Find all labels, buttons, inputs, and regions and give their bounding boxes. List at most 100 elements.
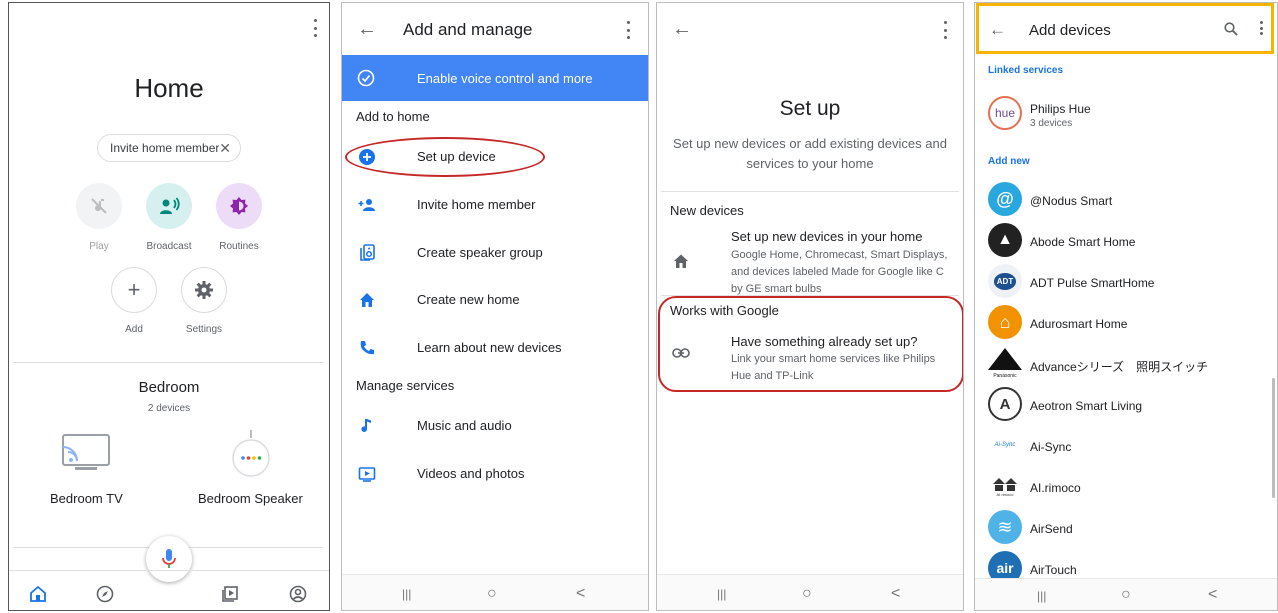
add-button[interactable]: + xyxy=(111,267,157,313)
aeotron-logo: A xyxy=(988,387,1022,421)
invite-home-member-chip[interactable]: Invite home member ✕ xyxy=(97,134,241,162)
philips-hue-item[interactable]: hue Philips Hue 3 devices xyxy=(975,93,1275,133)
service-item-aeotron[interactable]: A Aeotron Smart Living xyxy=(975,384,1275,424)
gear-icon xyxy=(195,281,213,299)
settings-label: Settings xyxy=(185,324,223,335)
abode-logo: ▲ xyxy=(988,223,1022,257)
service-item-ai-rimoco[interactable]: AI.rimoco AI.rimoco xyxy=(975,466,1275,506)
section-header-linked-services: Linked services xyxy=(988,65,1064,76)
explore-icon[interactable] xyxy=(96,585,114,603)
service-item-adt-pulse[interactable]: ADT ADT Pulse SmartHome xyxy=(975,261,1275,301)
overflow-menu-icon[interactable] xyxy=(622,21,634,39)
broadcast-button[interactable] xyxy=(146,183,192,229)
mic-icon xyxy=(162,549,176,568)
invite-home-member-item[interactable]: Invite home member xyxy=(417,197,536,212)
account-icon[interactable] xyxy=(289,585,307,603)
routines-button[interactable] xyxy=(216,183,262,229)
home-circle-icon[interactable]: ○ xyxy=(1121,586,1131,604)
tv-icon xyxy=(62,434,110,470)
service-item-panasonic-advance[interactable]: Panasonic Advanceシリーズ 照明スイッチ xyxy=(975,343,1275,383)
broadcast-icon xyxy=(160,197,180,214)
bedroom-speaker-label: Bedroom Speaker xyxy=(198,491,303,506)
banner-text: Enable voice control and more xyxy=(417,71,593,86)
service-item-airtouch[interactable]: air AirTouch xyxy=(975,548,1275,585)
back-arrow-icon[interactable]: ← xyxy=(672,19,692,39)
enable-voice-control-banner[interactable]: Enable voice control and more xyxy=(342,55,648,101)
room-subtitle: 2 devices xyxy=(147,403,191,414)
nodus-smart-logo: @ xyxy=(988,182,1022,216)
logo-text: A xyxy=(999,395,1011,413)
overflow-menu-icon[interactable] xyxy=(939,21,951,39)
service-item-ai-sync[interactable]: Ai-Sync Ai-Sync xyxy=(975,425,1275,465)
adurosmart-logo: ⌂ xyxy=(988,305,1022,339)
section-header-add-to-home: Add to home xyxy=(356,109,430,124)
overflow-menu-icon[interactable] xyxy=(309,19,321,37)
service-name: AirTouch xyxy=(1030,563,1077,577)
scrollbar[interactable] xyxy=(1272,378,1275,498)
learn-about-new-devices-item[interactable]: Learn about new devices xyxy=(417,340,562,355)
room-title: Bedroom xyxy=(138,379,200,396)
bedroom-tv-label: Bedroom TV xyxy=(50,491,123,506)
logo-text: AI.rimoco xyxy=(996,491,1014,497)
create-speaker-group-item[interactable]: Create speaker group xyxy=(417,245,543,260)
music-note-icon xyxy=(361,419,371,432)
bottom-navigation xyxy=(9,570,329,610)
system-navigation-bar: ||| ○ < xyxy=(975,578,1277,610)
routines-label: Routines xyxy=(219,241,259,252)
recent-apps-icon[interactable]: ||| xyxy=(717,587,726,601)
logo-text: Ai-Sync xyxy=(994,442,1016,448)
house-icon xyxy=(674,254,688,268)
bedroom-speaker-device[interactable] xyxy=(231,430,271,483)
logo-text: ≋ xyxy=(997,516,1013,537)
service-item-abode[interactable]: ▲ Abode Smart Home xyxy=(975,220,1275,260)
service-name: Ai-Sync xyxy=(1030,440,1072,454)
recent-apps-icon[interactable]: ||| xyxy=(402,587,411,601)
person-add-icon xyxy=(358,199,375,211)
airsend-logo: ≋ xyxy=(988,510,1022,544)
logo-text: ▲ xyxy=(997,231,1013,248)
videos-and-photos-item[interactable]: Videos and photos xyxy=(417,466,524,481)
service-item-adurosmart[interactable]: ⌂ Adurosmart Home xyxy=(975,302,1275,342)
play-label: Play xyxy=(89,241,109,252)
home-screen: Home Invite home member ✕ Play Broadcast… xyxy=(8,2,330,611)
panasonic-emblem-icon: Panasonic xyxy=(988,348,1022,379)
music-off-icon xyxy=(91,198,107,214)
service-name: Philips Hue xyxy=(1030,102,1091,116)
home-circle-icon[interactable]: ○ xyxy=(802,585,812,603)
service-name: Adurosmart Home xyxy=(1030,317,1128,331)
back-chevron-icon[interactable]: < xyxy=(1208,586,1217,604)
media-icon[interactable] xyxy=(221,585,239,603)
adt-logo: ADT xyxy=(988,264,1022,298)
highlight-annotation xyxy=(658,296,963,392)
section-header-add-new: Add new xyxy=(988,156,1030,167)
back-chevron-icon[interactable]: < xyxy=(891,585,900,603)
home-icon[interactable] xyxy=(29,585,47,603)
logo-text: ADT xyxy=(993,272,1017,290)
page-description: Set up new devices or add existing devic… xyxy=(673,136,947,171)
create-new-home-item[interactable]: Create new home xyxy=(417,292,520,307)
back-chevron-icon[interactable]: < xyxy=(576,585,585,603)
page-title: Home xyxy=(134,73,204,103)
music-and-audio-item[interactable]: Music and audio xyxy=(417,418,512,433)
recent-apps-icon[interactable]: ||| xyxy=(1037,589,1046,603)
logo-text: Panasonic xyxy=(993,373,1017,379)
bedroom-tv-device[interactable] xyxy=(61,433,111,478)
system-navigation-bar: ||| ○ < xyxy=(657,574,963,610)
service-name: Abode Smart Home xyxy=(1030,235,1136,249)
play-button[interactable] xyxy=(76,183,122,229)
service-name: Aeotron Smart Living xyxy=(1030,399,1143,413)
close-icon[interactable]: ✕ xyxy=(219,140,231,157)
logo-text: @ xyxy=(996,188,1014,209)
set-up-new-devices-item[interactable]: Set up new devices in your home Google H… xyxy=(657,221,963,297)
phone-icon xyxy=(360,341,374,355)
service-item-nodus-smart[interactable]: @ @Nodus Smart xyxy=(975,179,1275,219)
service-item-airsend[interactable]: ≋ AirSend xyxy=(975,507,1275,547)
back-arrow-icon[interactable]: ← xyxy=(357,19,377,39)
service-name: AI.rimoco xyxy=(1030,481,1081,495)
ai-rimoco-logo: AI.rimoco xyxy=(988,469,1022,503)
ai-sync-logo: Ai-Sync xyxy=(988,428,1022,462)
service-name: AirSend xyxy=(1030,522,1073,536)
settings-button[interactable] xyxy=(181,267,227,313)
routines-icon xyxy=(230,197,248,215)
home-circle-icon[interactable]: ○ xyxy=(487,585,497,603)
